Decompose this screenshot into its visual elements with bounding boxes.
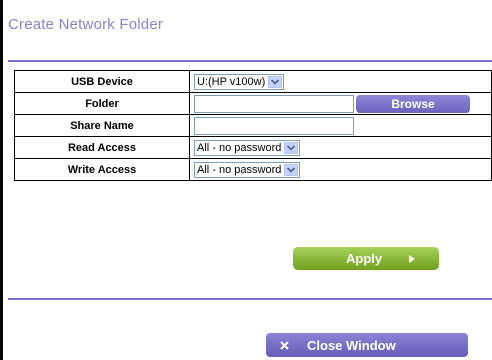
chevron-down-icon[interactable] (284, 163, 299, 176)
usb-device-select[interactable]: U:(HP v100w) (194, 73, 285, 90)
write-access-value: All - no password (197, 163, 282, 176)
share-name-row: Share Name (14, 114, 492, 137)
usb-device-row: USB Device U:(HP v100w) (14, 70, 492, 93)
read-access-row: Read Access All - no password (14, 136, 492, 159)
folder-row: Folder Browse (14, 92, 492, 115)
apply-button[interactable]: Apply (293, 247, 439, 270)
network-folder-form: USB Device U:(HP v100w) Folder Browse Sh… (14, 70, 492, 181)
browse-button[interactable]: Browse (356, 95, 470, 113)
top-divider (8, 60, 492, 62)
chevron-down-icon[interactable] (268, 75, 283, 88)
close-window-button[interactable]: Close Window (266, 333, 468, 357)
share-name-input[interactable] (194, 116, 354, 135)
usb-device-value: U:(HP v100w) (197, 75, 266, 88)
folder-input[interactable] (194, 94, 354, 113)
apply-button-label: Apply (346, 251, 383, 266)
share-name-label: Share Name (14, 114, 190, 137)
page-title: Create Network Folder (8, 16, 164, 33)
read-access-label: Read Access (14, 136, 190, 159)
close-icon (280, 340, 289, 350)
folder-label: Folder (14, 92, 190, 115)
write-access-row: Write Access All - no password (14, 158, 492, 181)
read-access-select[interactable]: All - no password (194, 139, 301, 156)
write-access-select[interactable]: All - no password (194, 161, 301, 178)
arrow-right-icon (409, 254, 416, 263)
bottom-divider (8, 298, 492, 300)
write-access-label: Write Access (14, 158, 190, 181)
read-access-value: All - no password (197, 141, 282, 154)
window-left-border (0, 0, 3, 360)
close-window-label: Close Window (307, 337, 396, 353)
usb-device-label: USB Device (14, 70, 190, 93)
chevron-down-icon[interactable] (284, 141, 299, 154)
